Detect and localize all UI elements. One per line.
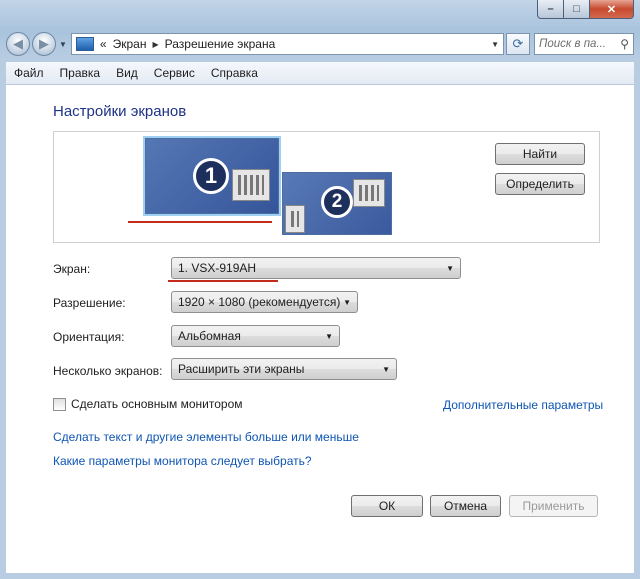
multiple-displays-select[interactable]: Расширить эти экраны ▼ bbox=[171, 358, 397, 380]
primary-monitor-checkbox[interactable] bbox=[53, 397, 66, 411]
chevron-down-icon: ▼ bbox=[325, 331, 333, 341]
display-label: Экран: bbox=[53, 262, 91, 276]
monitor-2-tile[interactable]: 2 bbox=[282, 172, 392, 235]
primary-monitor-label[interactable]: Сделать основным монитором bbox=[71, 397, 243, 411]
apply-button[interactable]: Применить bbox=[509, 495, 598, 517]
content-area: Настройки экранов 1 2 Найти Определить Э… bbox=[6, 85, 634, 573]
page-title: Настройки экранов bbox=[53, 103, 187, 120]
orientation-select-value: Альбомная bbox=[178, 329, 241, 343]
monitor-1-tile[interactable]: 1 bbox=[143, 136, 281, 216]
ok-button[interactable]: ОК bbox=[351, 495, 423, 517]
search-input[interactable]: Поиск в па... ⚲ bbox=[534, 33, 634, 55]
primary-monitor-checkbox-row[interactable]: Сделать основным монитором bbox=[53, 397, 243, 411]
annotation-underline-display bbox=[168, 280, 278, 282]
annotation-underline-monitor bbox=[128, 221, 272, 223]
menu-tools[interactable]: Сервис bbox=[146, 66, 203, 80]
multiple-displays-label: Несколько экранов: bbox=[53, 364, 163, 378]
cancel-button[interactable]: Отмена bbox=[430, 495, 501, 517]
advanced-settings-link[interactable]: Дополнительные параметры bbox=[443, 398, 603, 412]
menu-help[interactable]: Справка bbox=[203, 66, 266, 80]
minimize-button[interactable]: – bbox=[537, 0, 564, 19]
breadcrumb-separator-icon[interactable]: ▶ bbox=[152, 40, 158, 49]
orientation-select[interactable]: Альбомная ▼ bbox=[171, 325, 340, 347]
refresh-icon: ⟳ bbox=[512, 36, 524, 51]
monitor-1-window-icon bbox=[232, 169, 270, 201]
monitor-2-side-window-icon bbox=[285, 205, 305, 233]
resolution-select-value: 1920 × 1080 (рекомендуется) bbox=[178, 295, 341, 309]
resolution-select[interactable]: 1920 × 1080 (рекомендуется) ▼ bbox=[171, 291, 358, 313]
menu-edit[interactable]: Правка bbox=[52, 66, 109, 80]
find-button[interactable]: Найти bbox=[495, 143, 585, 165]
close-button[interactable]: ✕ bbox=[590, 0, 634, 19]
recent-pages-dropdown-icon[interactable]: ▼ bbox=[59, 40, 67, 49]
breadcrumb-display[interactable]: Экран bbox=[113, 37, 147, 51]
breadcrumb-resolution[interactable]: Разрешение экрана bbox=[165, 37, 276, 51]
monitor-2-window-icon bbox=[353, 179, 385, 207]
refresh-button[interactable]: ⟳ bbox=[506, 33, 530, 55]
display-select-value: 1. VSX-919AH bbox=[178, 261, 257, 275]
multiple-displays-select-value: Расширить эти экраны bbox=[178, 362, 305, 376]
monitor-settings-help-link[interactable]: Какие параметры монитора следует выбрать… bbox=[53, 454, 312, 468]
control-panel-icon bbox=[75, 37, 94, 51]
address-dropdown-icon[interactable]: ▼ bbox=[491, 40, 499, 49]
breadcrumb-overflow[interactable]: « bbox=[100, 37, 107, 51]
menu-bar: Файл Правка Вид Сервис Справка bbox=[6, 62, 634, 85]
menu-file[interactable]: Файл bbox=[6, 66, 52, 80]
chevron-down-icon: ▼ bbox=[382, 364, 390, 374]
back-button[interactable]: ◀ bbox=[6, 32, 30, 56]
back-arrow-icon: ◀ bbox=[13, 36, 23, 51]
address-bar[interactable]: « Экран ▶ Разрешение экрана ▼ bbox=[70, 33, 504, 55]
window: – □ ✕ ◀ ▶ ▼ « Экран ▶ Разрешение экрана … bbox=[0, 0, 640, 579]
chevron-down-icon: ▼ bbox=[343, 297, 351, 307]
navigation-bar: ◀ ▶ ▼ « Экран ▶ Разрешение экрана ▼ ⟳ По… bbox=[6, 30, 634, 58]
monitor-1-number: 1 bbox=[193, 158, 229, 194]
resolution-label: Разрешение: bbox=[53, 296, 126, 310]
chevron-down-icon: ▼ bbox=[446, 263, 454, 273]
forward-button[interactable]: ▶ bbox=[32, 32, 56, 56]
orientation-label: Ориентация: bbox=[53, 330, 125, 344]
menu-view[interactable]: Вид bbox=[108, 66, 146, 80]
forward-arrow-icon: ▶ bbox=[39, 36, 49, 51]
maximize-button[interactable]: □ bbox=[564, 0, 590, 19]
text-size-link[interactable]: Сделать текст и другие элементы больше и… bbox=[53, 430, 359, 444]
display-select[interactable]: 1. VSX-919AH ▼ bbox=[171, 257, 461, 279]
caption-buttons: – □ ✕ bbox=[537, 0, 634, 19]
monitor-2-number: 2 bbox=[321, 186, 353, 218]
identify-button[interactable]: Определить bbox=[495, 173, 585, 195]
monitor-preview: 1 2 Найти Определить bbox=[53, 131, 600, 243]
search-placeholder: Поиск в па... bbox=[539, 38, 607, 50]
search-icon[interactable]: ⚲ bbox=[620, 37, 629, 51]
